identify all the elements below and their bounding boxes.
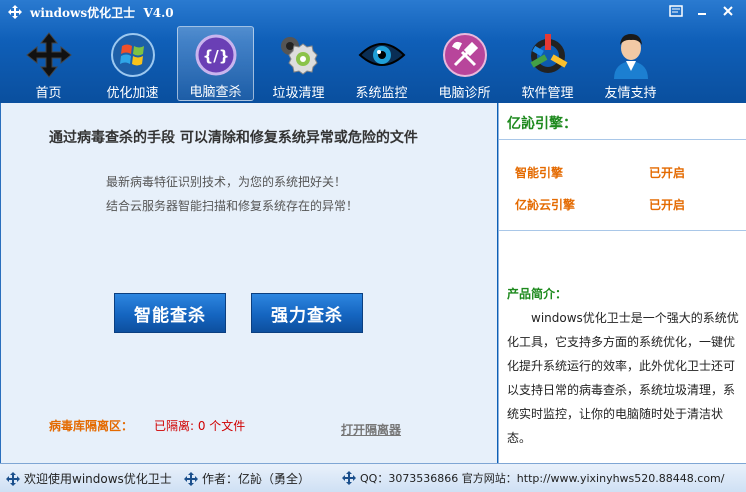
app-title: windows优化卫士 V4.0 bbox=[30, 4, 174, 21]
minimize-icon[interactable] bbox=[690, 2, 714, 20]
nav-item-cleanup[interactable]: 垃圾清理 bbox=[260, 26, 337, 101]
engine-status: 已开启 bbox=[649, 198, 686, 212]
window-controls bbox=[664, 2, 740, 20]
person-icon bbox=[606, 30, 656, 79]
app-title-text: windows优化卫士 bbox=[30, 6, 136, 20]
main-panel: 通过病毒查杀的手段 可以清除和修复系统异常或危险的文件 最新病毒特征识别技术，为… bbox=[0, 103, 497, 463]
description-line-2: 结合云服务器智能扫描和修复系统存在的异常！ bbox=[106, 199, 359, 213]
status-contact: QQ：3073536866 官方网站：http://www.yixinyhws5… bbox=[342, 470, 724, 486]
divider bbox=[499, 230, 746, 231]
nav-label: 首页 bbox=[35, 86, 62, 101]
status-author: 作者：亿訫（勇全） bbox=[184, 470, 310, 487]
nav-item-monitor[interactable]: 系统监控 bbox=[343, 26, 420, 101]
divider bbox=[499, 139, 746, 140]
app-arrows-icon bbox=[8, 5, 22, 19]
header: windows优化卫士 V4.0 首页 优化加速 {/} 电脑查杀 垃圾清理 系… bbox=[0, 0, 746, 103]
nav-label: 软件管理 bbox=[521, 86, 574, 101]
title-bar: windows优化卫士 V4.0 bbox=[0, 0, 746, 24]
engine-title: 亿訫引擎： bbox=[507, 116, 577, 132]
description-line-1: 最新病毒特征识别技术，为您的系统把好关！ bbox=[106, 175, 347, 189]
arrows-icon bbox=[6, 471, 20, 486]
nav-item-optimize[interactable]: 优化加速 bbox=[94, 26, 171, 101]
status-contact-text: QQ：3073536866 官方网站：http://www.yixinyhws5… bbox=[360, 472, 725, 485]
shield-scan-icon: {/} bbox=[191, 31, 241, 78]
arrows-icon bbox=[342, 471, 356, 485]
arrows-icon bbox=[184, 471, 198, 486]
svg-text:{/}: {/} bbox=[202, 47, 229, 65]
nav-item-home[interactable]: 首页 bbox=[10, 26, 87, 101]
nav-label: 系统监控 bbox=[355, 86, 408, 101]
close-icon[interactable] bbox=[716, 2, 740, 20]
intro-text: windows优化卫士是一个强大的系统优化工具，它支持多方面的系统优化，一键优化… bbox=[507, 311, 739, 445]
status-author-text: 作者：亿訫（勇全） bbox=[202, 472, 311, 486]
nav-label: 电脑诊所 bbox=[438, 86, 491, 101]
menu-icon[interactable] bbox=[664, 2, 688, 20]
app-version: V4.0 bbox=[143, 6, 174, 20]
nav-item-software[interactable]: 软件管理 bbox=[509, 26, 586, 101]
status-welcome-text: 欢迎使用windows优化卫士 bbox=[24, 472, 172, 486]
intro-title: 产品简介： bbox=[507, 287, 568, 301]
quarantine-count: 已隔离: 0 个文件 bbox=[154, 419, 246, 433]
status-bar: 欢迎使用windows优化卫士 作者：亿訫（勇全） QQ：3073536866 … bbox=[0, 463, 746, 492]
status-welcome: 欢迎使用windows优化卫士 bbox=[6, 470, 172, 487]
nav-item-support[interactable]: 友情支持 bbox=[592, 26, 669, 101]
force-scan-button[interactable]: 强力查杀 bbox=[251, 293, 363, 333]
engine-name: 亿訫云引擎 bbox=[515, 198, 576, 212]
eye-icon bbox=[357, 30, 407, 79]
gear-icon bbox=[274, 30, 324, 79]
open-quarantine-link[interactable]: 打开隔离器 bbox=[341, 421, 401, 438]
software-icon bbox=[523, 30, 573, 79]
quarantine-label: 病毒库隔离区： bbox=[49, 419, 134, 433]
page-title: 通过病毒查杀的手段 可以清除和修复系统异常或危险的文件 bbox=[49, 130, 418, 146]
tools-icon bbox=[440, 30, 490, 79]
nav-label: 优化加速 bbox=[106, 86, 159, 101]
windows-logo-icon bbox=[108, 30, 158, 79]
engine-name: 智能引擎 bbox=[515, 166, 564, 180]
nav-label: 垃圾清理 bbox=[272, 86, 325, 101]
home-arrows-icon bbox=[24, 30, 74, 79]
nav-item-virus-scan[interactable]: {/} 电脑查杀 bbox=[177, 26, 254, 101]
main-nav: 首页 优化加速 {/} 电脑查杀 垃圾清理 系统监控 电脑诊所 软件管理 友情支… bbox=[0, 24, 746, 102]
nav-label: 电脑查杀 bbox=[189, 85, 242, 100]
side-panel: 亿訫引擎： 智能引擎 已开启 亿訫云引擎 已开启 产品简介： windows优化… bbox=[498, 103, 746, 463]
smart-scan-button[interactable]: 智能查杀 bbox=[114, 293, 226, 333]
nav-item-clinic[interactable]: 电脑诊所 bbox=[426, 26, 503, 101]
engine-status: 已开启 bbox=[649, 166, 686, 180]
nav-label: 友情支持 bbox=[604, 86, 657, 101]
